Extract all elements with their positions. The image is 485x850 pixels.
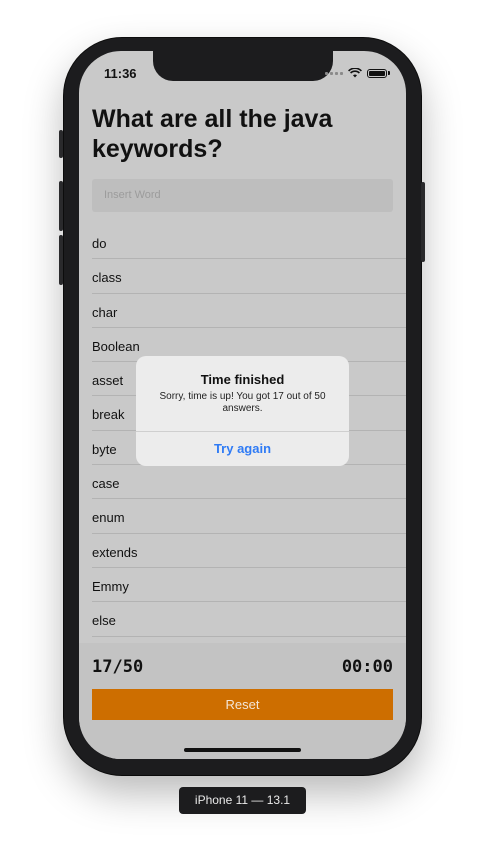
list-item[interactable]: enum — [79, 499, 406, 534]
phone-screen: 11:36 What are all the java keywords? In… — [79, 51, 406, 759]
page-title: What are all the java keywords? — [92, 105, 333, 163]
notch — [153, 51, 333, 81]
list-item-label: Emmy — [92, 578, 129, 594]
device-label: iPhone 11 — 13.1 — [179, 787, 306, 814]
time-finished-alert: Time finished Sorry, time is up! You got… — [136, 356, 349, 466]
list-item-label: char — [92, 304, 118, 320]
list-item-label: asset — [92, 373, 124, 389]
status-time: 11:36 — [104, 66, 137, 81]
bottom-bar: 17/50 00:00 Reset — [79, 643, 406, 759]
status-icons — [325, 68, 390, 78]
list-item[interactable]: else — [79, 602, 406, 637]
list-item[interactable]: char — [79, 294, 406, 328]
try-again-button[interactable]: Try again — [136, 431, 349, 466]
list-item-label: extends — [92, 544, 138, 560]
reset-button[interactable]: Reset — [92, 689, 393, 720]
list-item-label: do — [92, 236, 107, 251]
timer-label: 00:00 — [341, 657, 393, 677]
word-input[interactable]: Insert Word — [92, 179, 393, 212]
volume-up-button — [59, 181, 63, 231]
list-item-label: else — [92, 613, 116, 629]
list-item-label: class — [92, 270, 122, 286]
word-input-placeholder: Insert Word — [104, 189, 161, 201]
list-item-label: case — [92, 476, 120, 492]
alert-message: Sorry, time is up! You got 17 out of 50 … — [159, 391, 326, 414]
list-item-label: byte — [92, 441, 117, 457]
cellular-signal-icon — [325, 71, 343, 75]
battery-icon — [367, 68, 387, 78]
list-item-label: enum — [92, 510, 125, 526]
power-button — [421, 182, 425, 262]
alert-title: Time finished — [200, 372, 285, 387]
home-indicator — [184, 748, 301, 752]
mute-switch — [59, 130, 63, 158]
list-item-label: Boolean — [92, 338, 140, 354]
list-item-label: break — [92, 407, 125, 423]
list-item[interactable]: do — [79, 225, 406, 260]
volume-down-button — [59, 235, 63, 285]
list-item[interactable]: Emmy — [79, 568, 406, 603]
wifi-icon — [348, 68, 362, 78]
list-item[interactable]: case — [79, 465, 406, 500]
list-item[interactable]: extends — [79, 534, 406, 568]
list-item[interactable]: class — [79, 259, 406, 294]
row-separator — [92, 635, 406, 637]
score-label: 17/50 — [92, 657, 144, 677]
battery-cap — [388, 71, 390, 75]
